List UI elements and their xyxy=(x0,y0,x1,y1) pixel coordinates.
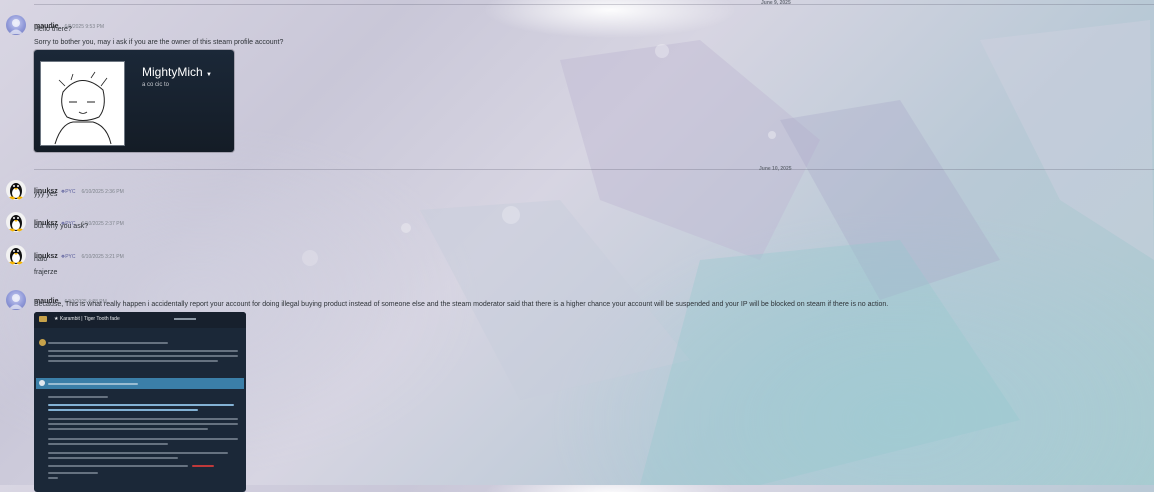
steam-screenshot-embed[interactable]: ★ Karambit | Tiger Tooth fade xyxy=(34,312,246,492)
profile-subtitle: a co cic to xyxy=(142,82,170,88)
avatar-small-icon xyxy=(39,339,46,346)
avatar[interactable] xyxy=(6,245,26,265)
profile-name-text: MightyMich xyxy=(142,65,203,79)
steam-icon xyxy=(39,380,45,386)
tux-icon xyxy=(9,215,23,232)
text-line xyxy=(48,350,238,352)
text-line xyxy=(48,423,238,425)
message-text: Because, This is what really happen i ac… xyxy=(34,301,889,308)
timestamp: 6/10/2025 2:36 PM xyxy=(81,189,124,195)
highlight-banner xyxy=(36,378,244,389)
text-line xyxy=(192,465,214,467)
profile-name: MightyMich ▼ xyxy=(142,65,212,79)
avatar-art-icon xyxy=(9,294,23,309)
date-divider-label: June 9, 2025 xyxy=(761,0,791,6)
date-divider-label: June 10, 2025 xyxy=(759,166,792,172)
message-header: linuksz ❖PYC 6/10/2025 3:21 PM xyxy=(34,245,124,263)
steam-profile-embed[interactable]: MightyMich ▼ a co cic to xyxy=(34,50,234,152)
text-line xyxy=(48,443,168,445)
embed-header: ★ Karambit | Tiger Tooth fade xyxy=(34,312,246,328)
price-bar xyxy=(174,318,196,320)
text-line xyxy=(48,409,198,411)
message-text: Sorry to bother you, may i ask if you ar… xyxy=(34,39,284,46)
text-line xyxy=(48,438,238,440)
avatar[interactable] xyxy=(6,180,26,200)
profile-picture xyxy=(40,61,125,146)
message-text: frajerze xyxy=(34,269,58,276)
tux-icon xyxy=(9,183,23,200)
text-line xyxy=(48,418,238,420)
date-divider xyxy=(34,4,1154,5)
text-line xyxy=(48,465,188,467)
text-line xyxy=(48,342,168,344)
text-line xyxy=(48,404,234,406)
knife-icon xyxy=(39,316,47,322)
avatar[interactable] xyxy=(6,15,26,35)
clan-tag-text: PYC xyxy=(65,189,76,195)
clan-tag-text: PYC xyxy=(65,254,76,260)
message-text: Hello there? xyxy=(34,26,72,33)
chevron-down-icon: ▼ xyxy=(206,72,212,78)
message-text: but why you ask? xyxy=(34,223,89,230)
avatar-art-icon xyxy=(9,19,23,34)
text-line xyxy=(48,477,58,479)
avatar[interactable] xyxy=(6,290,26,310)
clan-tag: ❖PYC xyxy=(61,254,76,260)
text-line xyxy=(48,428,208,430)
text-line xyxy=(48,360,218,362)
text-line xyxy=(48,472,98,474)
text-line xyxy=(48,396,108,398)
sketch-avatar-icon xyxy=(54,71,112,145)
timestamp: 6/10/2025 3:21 PM xyxy=(81,254,124,260)
tux-icon xyxy=(9,248,23,265)
avatar[interactable] xyxy=(6,212,26,232)
text-line xyxy=(48,452,228,454)
clan-tag: ❖PYC xyxy=(61,189,76,195)
embed-title: ★ Karambit | Tiger Tooth fade xyxy=(54,316,120,322)
text-line xyxy=(48,355,238,357)
message-text: yyy yes xyxy=(34,191,58,198)
date-divider xyxy=(34,169,1154,170)
text-line xyxy=(48,457,178,459)
message-text: halo xyxy=(34,256,48,263)
text-line xyxy=(48,383,138,385)
